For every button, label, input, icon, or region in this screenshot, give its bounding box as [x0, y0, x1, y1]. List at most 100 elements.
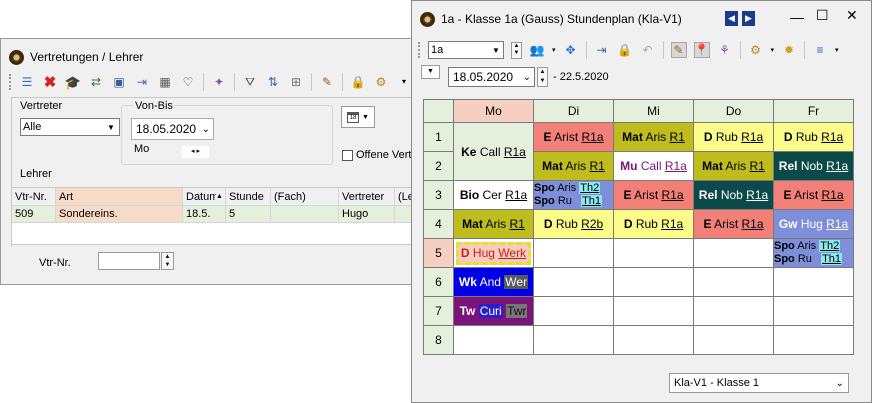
teachers-dropdown-icon[interactable]: ▾: [552, 46, 556, 54]
lesson-mo-5[interactable]: D Hug Werk: [453, 238, 534, 268]
col-datum[interactable]: Datum ▲: [183, 188, 226, 205]
footer-select[interactable]: Kla-V1 - Klasse 1 ⌄: [669, 373, 849, 393]
lesson-mo-1[interactable]: Ke Call R1a: [453, 122, 534, 181]
day-header-mi[interactable]: Mi: [613, 99, 694, 123]
lesson-mo-6[interactable]: Wk And Wer: [453, 267, 534, 297]
lesson-mo-7[interactable]: Tw Curi Twr: [453, 296, 534, 326]
empty-fr-6[interactable]: [773, 267, 854, 297]
next-arrow-button[interactable]: ▶: [742, 11, 755, 26]
lesson-di-2[interactable]: Mat Aris R1: [533, 151, 614, 181]
empty-di-5[interactable]: [533, 238, 614, 268]
lesson-fr-1[interactable]: D Rub R1a: [773, 122, 854, 152]
sort-icon[interactable]: ⇅: [265, 74, 281, 90]
date-spinner[interactable]: ▲ ▼: [537, 67, 548, 87]
print-dropdown-icon[interactable]: ▾: [771, 46, 775, 54]
columns-icon[interactable]: ⊞: [288, 74, 304, 90]
lesson-do-4[interactable]: E Arist R1a: [693, 209, 774, 239]
class-spinner[interactable]: ▲ ▼: [511, 41, 522, 59]
empty-di-8[interactable]: [533, 325, 614, 355]
lock-icon[interactable]: 🔒: [350, 74, 366, 90]
lesson-mi-2[interactable]: Mu Call R1a: [613, 151, 694, 181]
empty-di-7[interactable]: [533, 296, 614, 326]
maximize-button[interactable]: ☐: [816, 7, 829, 24]
day-header-do[interactable]: Do: [693, 99, 774, 123]
day-header-mo[interactable]: Mo: [453, 99, 534, 123]
undo-icon[interactable]: ↶: [640, 42, 656, 58]
empty-fr-7[interactable]: [773, 296, 854, 326]
pencil-icon[interactable]: ✎: [319, 74, 335, 90]
lock-icon[interactable]: 🔒: [617, 42, 633, 58]
edit-pencil-icon[interactable]: ✎: [670, 42, 687, 58]
calendar-button[interactable]: 18 ▼: [341, 106, 375, 128]
col-vtrnr[interactable]: Vtr-Nr.: [12, 188, 56, 205]
col-fach[interactable]: (Fach): [271, 188, 339, 205]
list-icon[interactable]: ☰: [19, 74, 35, 90]
import-icon[interactable]: ⇥: [594, 42, 610, 58]
date-picker[interactable]: 18.05.2020 ⌄: [131, 118, 214, 140]
timetable-date-picker[interactable]: 18.05.2020 ⌄: [448, 67, 535, 87]
lesson-mo-4[interactable]: Mat Aris R1: [453, 209, 534, 239]
delete-icon[interactable]: ✖: [42, 74, 58, 90]
vtrnr-input[interactable]: [98, 252, 160, 270]
vtrnr-spinner[interactable]: ▲ ▼: [161, 252, 174, 270]
empty-mi-7[interactable]: [613, 296, 694, 326]
empty-do-8[interactable]: [693, 325, 774, 355]
lesson-fr-2[interactable]: Rel Nob R1a: [773, 151, 854, 181]
empty-do-6[interactable]: [693, 267, 774, 297]
empty-fr-8[interactable]: [773, 325, 854, 355]
settings-gear-icon[interactable]: ✹: [781, 42, 797, 58]
calculator-icon[interactable]: ▦: [157, 74, 173, 90]
wand-icon[interactable]: ✦: [211, 74, 227, 90]
teacher-hat-icon[interactable]: 🎓: [65, 74, 81, 90]
day-stepper[interactable]: ◂ ▸: [182, 146, 209, 158]
minimize-button[interactable]: —: [790, 9, 804, 25]
import-icon[interactable]: ⇥: [134, 74, 150, 90]
lesson-mi-3[interactable]: E Arist R1a: [613, 180, 694, 210]
class-select[interactable]: 1a ▼: [428, 41, 504, 59]
vertreter-select[interactable]: Alle ▼: [20, 118, 120, 136]
day-header-fr[interactable]: Fr: [773, 99, 854, 123]
lesson-mo-3[interactable]: Bio Cer R1a: [453, 180, 534, 210]
empty-mi-5[interactable]: [613, 238, 694, 268]
lesson-do-2[interactable]: Mat Aris R1: [693, 151, 774, 181]
tree-icon[interactable]: ⚘: [717, 42, 733, 58]
view-dropdown-button[interactable]: ▼: [421, 65, 440, 79]
substitution-lesson[interactable]: D Hug Werk: [456, 241, 531, 265]
empty-do-7[interactable]: [693, 296, 774, 326]
close-button[interactable]: ✕: [846, 7, 858, 24]
lesson-di-4[interactable]: D Rub R2b: [533, 209, 614, 239]
settings-icon[interactable]: ⚙: [373, 74, 389, 90]
lesson-mi-4[interactable]: D Rub R1a: [613, 209, 694, 239]
more-icon[interactable]: ▾: [396, 74, 412, 90]
layout-menu-icon[interactable]: ≡: [812, 42, 828, 58]
filter-icon[interactable]: ⛛: [242, 74, 258, 90]
lesson-do-3[interactable]: Rel Nob R1a: [693, 180, 774, 210]
lesson-fr-4[interactable]: Gw Hug R1a: [773, 209, 854, 239]
prev-arrow-button[interactable]: ◀: [725, 11, 738, 26]
col-stunde[interactable]: Stunde: [226, 188, 271, 205]
empty-mo-8[interactable]: [453, 325, 534, 355]
offene-checkbox[interactable]: [342, 150, 353, 161]
teachers-icon[interactable]: 👥: [529, 42, 545, 58]
col-vertreter[interactable]: Vertreter: [339, 188, 395, 205]
col-art[interactable]: Art: [56, 188, 183, 205]
lesson-mi-1[interactable]: Mat Aris R1: [613, 122, 694, 152]
lesson-fr-3[interactable]: E Arist R1a: [773, 180, 854, 210]
empty-do-5[interactable]: [693, 238, 774, 268]
empty-di-6[interactable]: [533, 267, 614, 297]
move-icon[interactable]: ✥: [563, 42, 579, 58]
table-row[interactable]: 509 Sondereins. 18.5. 5 Hugo: [12, 206, 426, 223]
assign-icon[interactable]: ⇄: [88, 74, 104, 90]
print-settings-icon[interactable]: ⚙: [748, 42, 764, 58]
day-header-di[interactable]: Di: [533, 99, 614, 123]
stethoscope-icon[interactable]: ♡: [180, 74, 196, 90]
lesson-do-1[interactable]: D Rub R1a: [693, 122, 774, 152]
empty-mi-6[interactable]: [613, 267, 694, 297]
lesson-fr-5[interactable]: Spo Aris Th2 Spo Ru Th1: [773, 238, 854, 268]
save-icon[interactable]: ▣: [111, 74, 127, 90]
lesson-di-1[interactable]: E Arist R1a: [533, 122, 614, 152]
layout-dropdown-icon[interactable]: ▾: [835, 46, 839, 54]
lesson-di-3[interactable]: Spo Aris Th2 Spo Ru Th1: [533, 180, 614, 210]
pin-icon[interactable]: 📍: [693, 42, 710, 58]
empty-mi-8[interactable]: [613, 325, 694, 355]
